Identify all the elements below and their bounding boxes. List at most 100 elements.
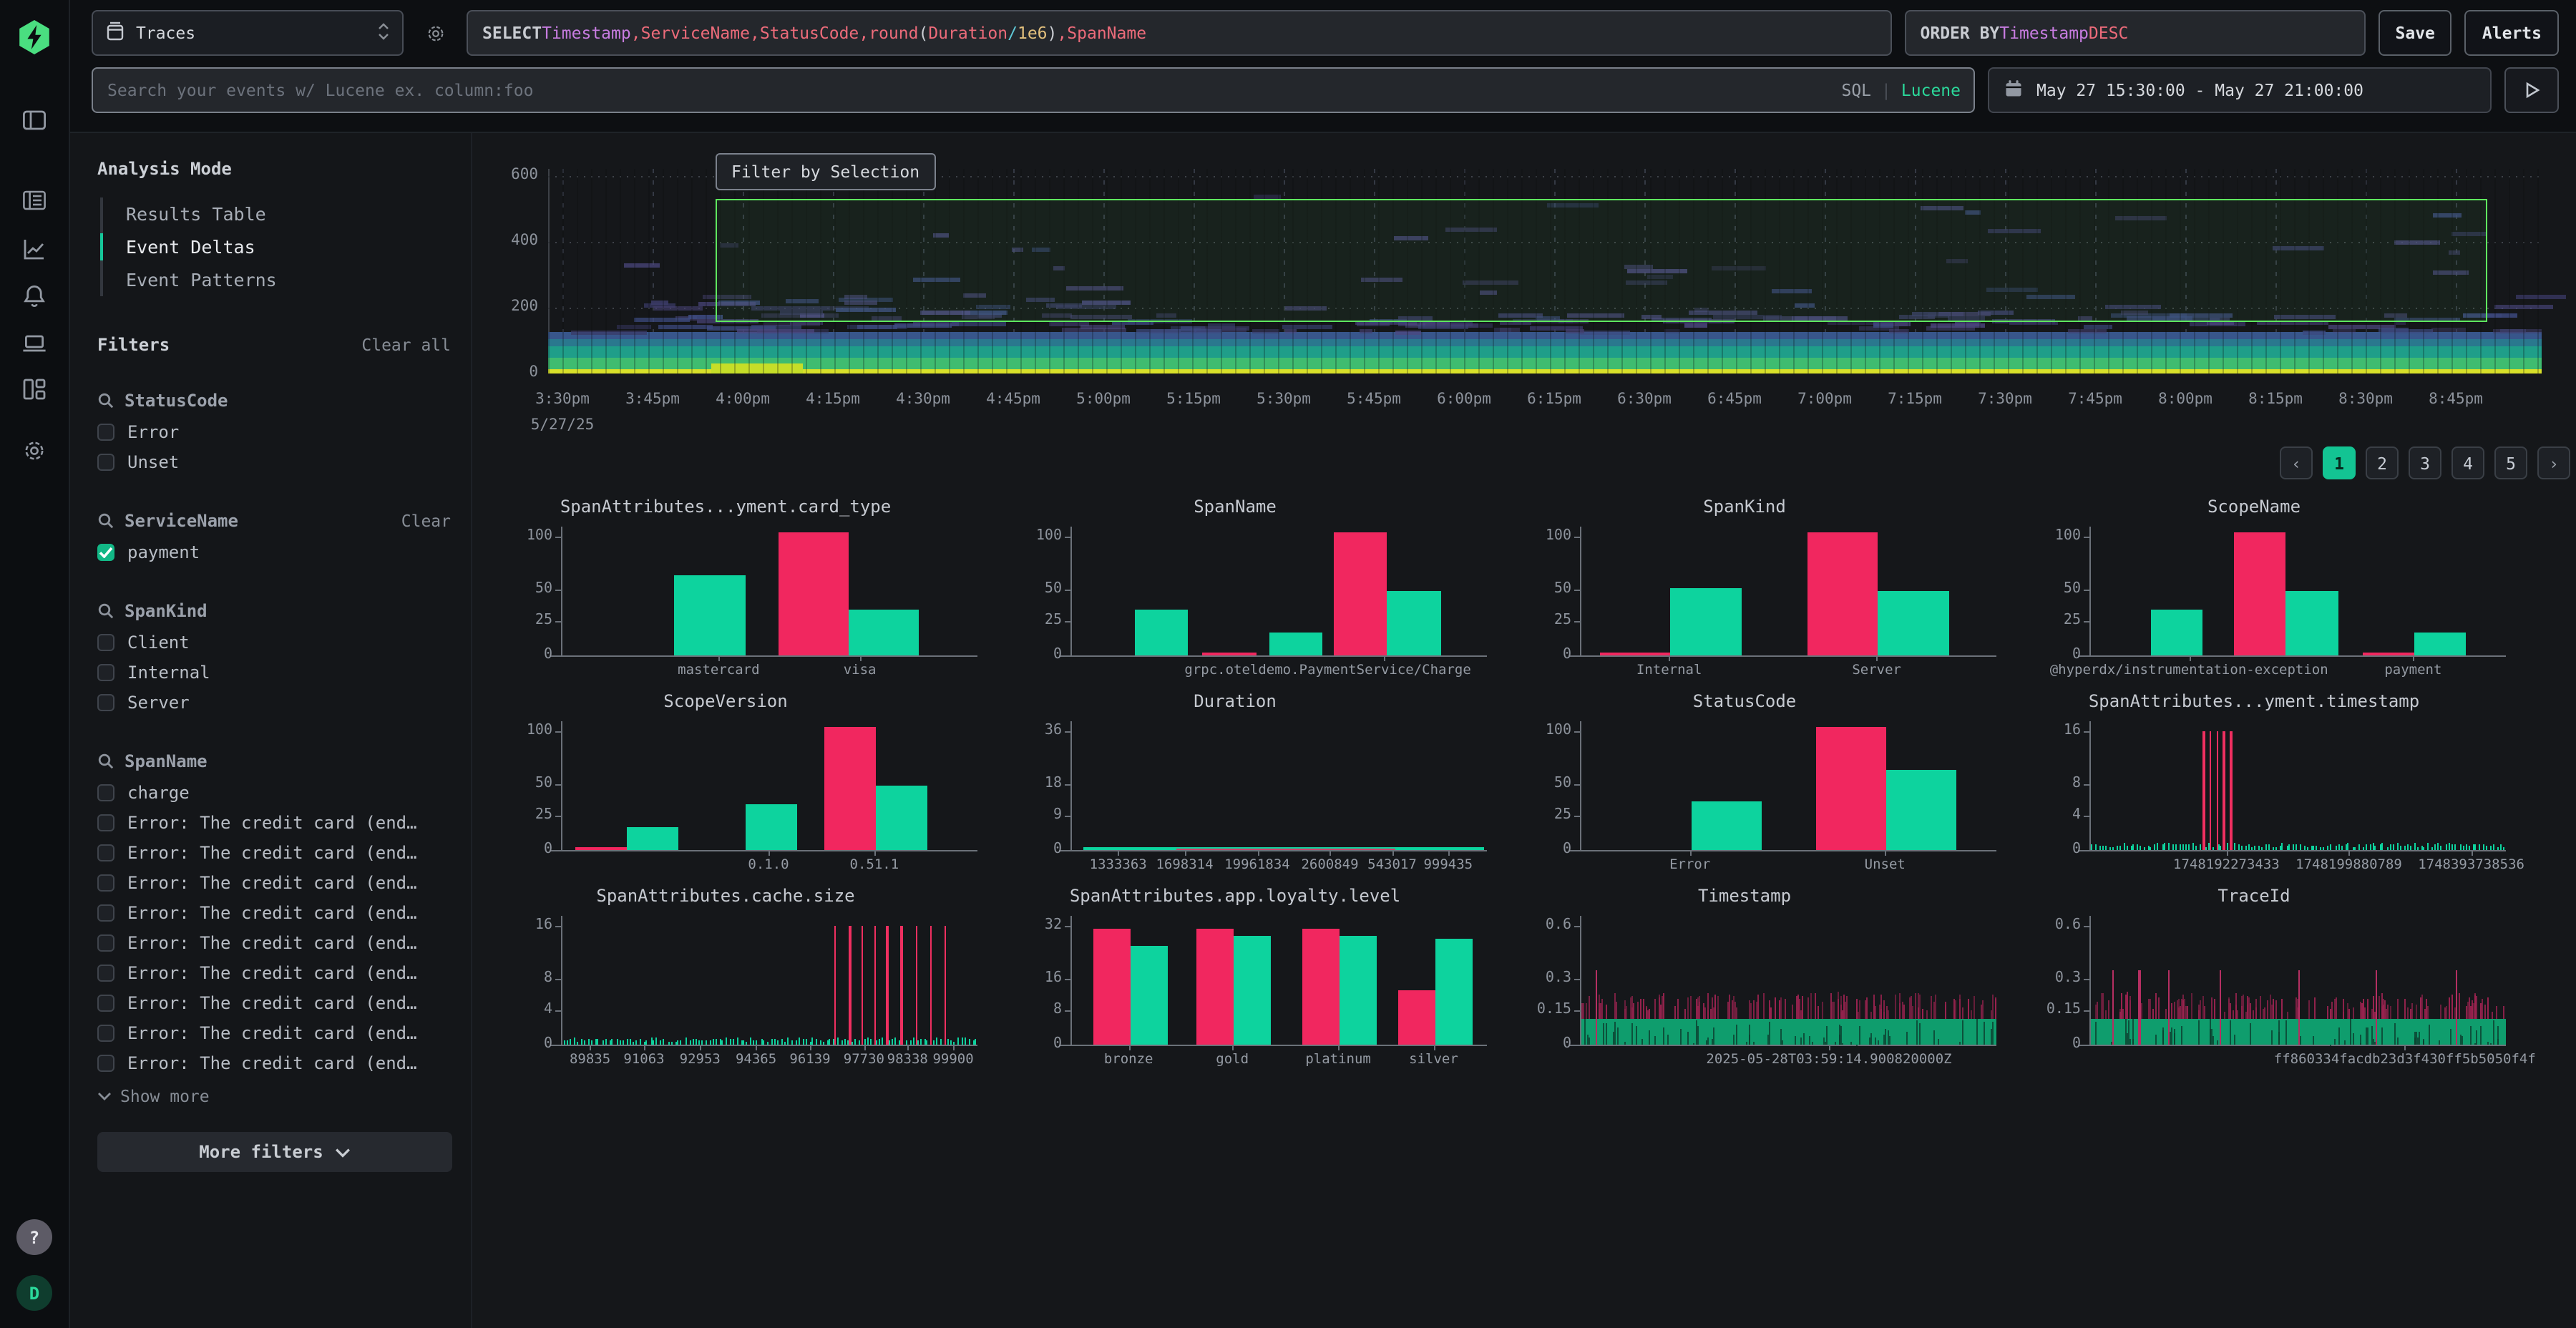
chart-y-tickmark — [555, 784, 561, 786]
lucene-toggle[interactable]: Lucene — [1901, 80, 1961, 100]
filter-option-unset[interactable]: Unset — [97, 446, 451, 477]
clear-all-button[interactable]: Clear all — [361, 335, 451, 355]
rug-tick — [2497, 846, 2499, 850]
more-filters-button[interactable]: More filters — [97, 1132, 452, 1172]
stripe-band-texture — [1916, 1020, 1918, 1045]
filter-option-payment[interactable]: payment — [97, 537, 451, 567]
chart-y-tick: 25 — [1514, 806, 1571, 822]
alerts-bell-icon[interactable] — [16, 278, 53, 315]
analysis-mode-item-results-table[interactable]: Results Table — [103, 197, 451, 230]
filter-option-error-the-credit-card-end[interactable]: Error: The credit card (end… — [97, 957, 451, 987]
bar-scopeversion — [824, 726, 876, 850]
chart-y-tickmark — [2084, 1010, 2089, 1011]
stripe-band-texture — [2381, 1028, 2382, 1045]
alerts-button[interactable]: Alerts — [2465, 10, 2559, 56]
search-input[interactable] — [92, 67, 1975, 113]
chart-x-label-97730: 97730 — [844, 1052, 884, 1068]
order-by-input[interactable]: ORDER BY Timestamp DESC — [1905, 10, 2366, 56]
pagination-page-5[interactable]: 5 — [2494, 446, 2527, 479]
checkbox-payment-0[interactable] — [97, 543, 114, 560]
checkbox-error-the-credit-card-end-1[interactable] — [97, 814, 114, 831]
selection-rect[interactable] — [716, 199, 2488, 322]
checkbox-internal-1[interactable] — [97, 663, 114, 680]
checkbox-error-the-credit-card-end-8[interactable] — [97, 1024, 114, 1041]
pagination-prev-button[interactable]: ‹ — [2280, 446, 2313, 479]
checkbox-client-0[interactable] — [97, 633, 114, 650]
select-query-input[interactable]: SELECT Timestamp,ServiceName,StatusCode,… — [467, 10, 1892, 56]
filter-option-error-the-credit-card-end[interactable]: Error: The credit card (end… — [97, 1017, 451, 1048]
filter-option-internal[interactable]: Internal — [97, 657, 451, 687]
checkbox-error-the-credit-card-end-5[interactable] — [97, 934, 114, 951]
filter-option-error-the-credit-card-end[interactable]: Error: The credit card (end… — [97, 987, 451, 1017]
main-content: Filter by Selection ‹12345› 60040020003:… — [472, 132, 2576, 1328]
checkbox-error-the-credit-card-end-9[interactable] — [97, 1054, 114, 1071]
source-settings-gear-icon[interactable] — [416, 10, 454, 56]
filter-option-error-the-credit-card-end[interactable]: Error: The credit card (end… — [97, 807, 451, 837]
heatmap-cell — [1396, 331, 1421, 336]
settings-gear-icon[interactable] — [16, 432, 53, 469]
stripe-band-texture — [1962, 1020, 1963, 1045]
rug-tick — [844, 1040, 846, 1045]
heatmap-band — [548, 369, 2542, 374]
analysis-mode-item-event-patterns[interactable]: Event Patterns — [103, 263, 451, 296]
rug-tick — [2459, 845, 2461, 850]
checkbox-error-the-credit-card-end-6[interactable] — [97, 964, 114, 981]
filter-option-error-the-credit-card-end[interactable]: Error: The credit card (end… — [97, 867, 451, 897]
checkbox-error-the-credit-card-end-3[interactable] — [97, 874, 114, 891]
filter-option-error-the-credit-card-end[interactable]: Error: The credit card (end… — [97, 1048, 451, 1078]
rug-tick — [2370, 844, 2371, 850]
chart-x-tickmark — [756, 1045, 758, 1050]
help-button[interactable]: ? — [16, 1219, 52, 1255]
stripe-band-texture — [1737, 1025, 1738, 1045]
show-more-button[interactable]: Show more — [97, 1086, 451, 1106]
run-query-button[interactable] — [2504, 67, 2559, 113]
checkbox-unset-1[interactable] — [97, 453, 114, 470]
analysis-mode-item-event-deltas[interactable]: Event Deltas — [103, 230, 451, 263]
stripe-band-texture — [1887, 1030, 1888, 1045]
filter-option-error[interactable]: Error — [97, 416, 451, 446]
hyperdx-logo[interactable] — [16, 19, 53, 56]
sessions-laptop-icon[interactable] — [16, 325, 53, 362]
stripe-band-texture — [2474, 1043, 2475, 1045]
rug-tick — [932, 1040, 934, 1045]
stripe-band-texture — [2480, 1026, 2482, 1045]
sql-toggle[interactable]: SQL — [1841, 80, 1871, 100]
chart-plot-spanattributes-yment-card-type — [561, 527, 977, 657]
rug-tick — [965, 1038, 966, 1045]
checkbox-error-the-credit-card-end-7[interactable] — [97, 994, 114, 1011]
filter-option-client[interactable]: Client — [97, 627, 451, 657]
query-token: / — [1008, 23, 1018, 43]
checkbox-charge-0[interactable] — [97, 783, 114, 801]
panel-toggle-icon[interactable] — [16, 102, 53, 139]
clear-filter-button[interactable]: Clear — [401, 511, 451, 531]
filter-option-charge[interactable]: charge — [97, 777, 451, 807]
stripe-spike — [2112, 970, 2114, 1045]
filter-option-error-the-credit-card-end[interactable]: Error: The credit card (end… — [97, 927, 451, 957]
heatmap-cell — [1926, 326, 1975, 330]
source-selector[interactable]: Traces — [92, 10, 404, 56]
pagination-next-button[interactable]: › — [2537, 446, 2570, 479]
pagination-page-1[interactable]: 1 — [2323, 446, 2356, 479]
chart-x-tickmark — [2413, 655, 2414, 661]
checkbox-error-the-credit-card-end-4[interactable] — [97, 904, 114, 921]
heatmap-cell — [1566, 329, 1585, 333]
filter-option-error-the-credit-card-end[interactable]: Error: The credit card (end… — [97, 837, 451, 867]
filter-option-error-the-credit-card-end[interactable]: Error: The credit card (end… — [97, 897, 451, 927]
checkbox-error-0[interactable] — [97, 423, 114, 440]
filter-option-server[interactable]: Server — [97, 687, 451, 717]
save-button[interactable]: Save — [2379, 10, 2452, 56]
chart-icon[interactable] — [16, 230, 53, 268]
search-logs-icon[interactable] — [16, 182, 53, 219]
bar-scopeversion — [745, 804, 797, 850]
pagination-page-3[interactable]: 3 — [2409, 446, 2441, 479]
filter-by-selection-tooltip[interactable]: Filter by Selection — [716, 153, 935, 190]
checkbox-error-the-credit-card-end-2[interactable] — [97, 844, 114, 861]
checkbox-server-2[interactable] — [97, 693, 114, 711]
pagination-page-2[interactable]: 2 — [2366, 446, 2399, 479]
pagination-page-4[interactable]: 4 — [2451, 446, 2484, 479]
chart-x-tickmark — [718, 655, 720, 661]
rug-tick — [2251, 847, 2253, 850]
user-avatar[interactable]: D — [16, 1275, 52, 1311]
time-range-picker[interactable]: May 27 15:30:00 - May 27 21:00:00 — [1988, 67, 2492, 113]
dashboards-icon[interactable] — [16, 371, 53, 408]
